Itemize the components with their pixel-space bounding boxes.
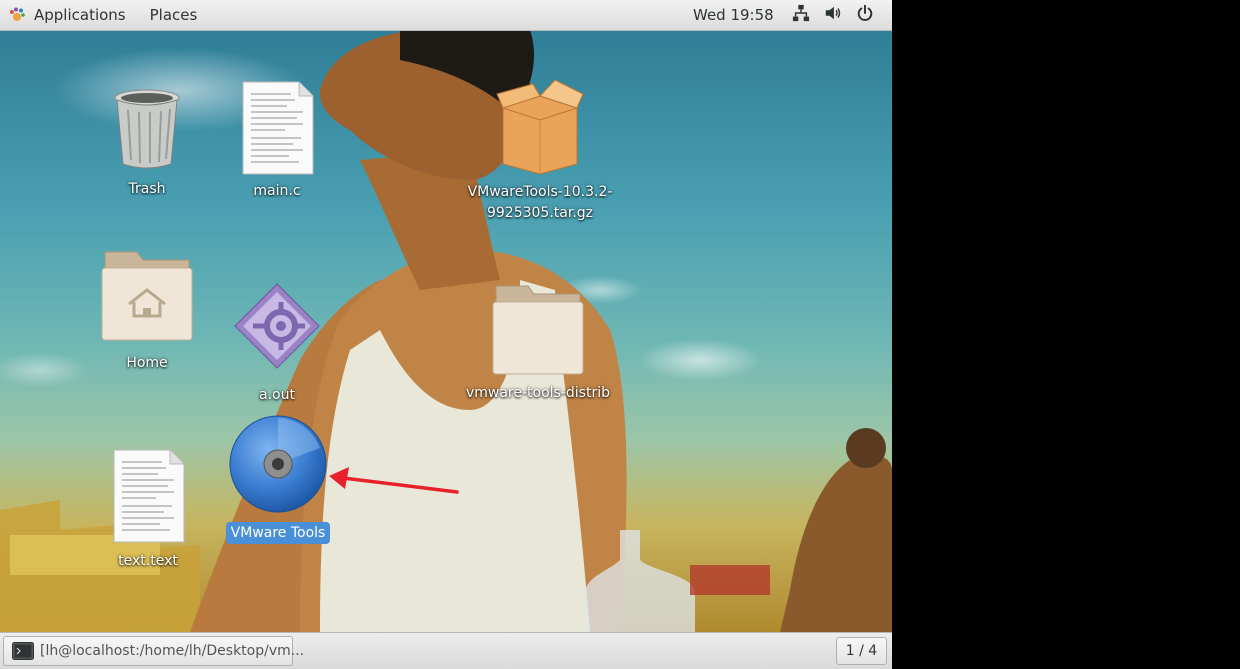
desktop-icon-trash[interactable]: Trash [107, 88, 187, 200]
taskbar-window-terminal[interactable]: [lh@localhost:/home/lh/Desktop/vm... [3, 636, 304, 666]
text-file-icon [108, 448, 188, 548]
annotation-arrow [329, 467, 459, 494]
desktop-icon-label-line: 9925305.tar.gz [486, 205, 594, 221]
workspace-indicator: 1 / 4 [845, 643, 878, 659]
power-icon [856, 4, 874, 26]
clock-label: Wed 19:58 [693, 6, 774, 24]
places-menu[interactable]: Places [138, 0, 210, 30]
clock[interactable]: Wed 19:58 [693, 0, 774, 30]
network-icon [792, 4, 810, 26]
top-panel: Applications Places Wed 19:58 [0, 0, 892, 31]
archive-icon [495, 76, 585, 180]
optical-disc-icon [228, 414, 328, 518]
applications-label: Applications [34, 6, 126, 24]
workspace-switcher[interactable]: 1 / 4 [836, 637, 887, 665]
gnome-foot-icon [8, 6, 26, 24]
bottom-panel: [lh@localhost:/home/lh/Desktop/vm... 1 /… [0, 632, 892, 669]
desktop-icon-label: vmware-tools-distrib [465, 385, 610, 401]
places-label: Places [149, 6, 198, 24]
terminal-icon [12, 642, 34, 660]
desktop-icon-label-line: VMwareTools-10.3.2- [467, 184, 613, 200]
desktop-icon-a-out[interactable]: a.out [232, 282, 322, 406]
desktop-icon-text-text[interactable]: text.text [103, 448, 193, 572]
desktop-icon-label: VMware Tools [225, 522, 331, 544]
desktop-icon-vmware-tools-distrib[interactable]: vmware-tools-distrib [458, 282, 618, 404]
desktop-icon-vmware-tools-disc[interactable]: VMware Tools [222, 414, 334, 544]
folder-icon [490, 282, 586, 380]
system-tray[interactable] [792, 0, 874, 30]
desktop-icon-label: VMwareTools-10.3.2- 9925305.tar.gz [468, 182, 613, 224]
text-file-icon [237, 80, 317, 180]
home-folder-icon [99, 248, 195, 346]
desktop-icon-label: main.c [253, 183, 301, 199]
desktop-icon-label: Trash [128, 181, 166, 197]
executable-icon [233, 282, 321, 374]
desktop-icon-label: Home [126, 355, 168, 371]
taskbar-window-title: [lh@localhost:/home/lh/Desktop/vm... [40, 643, 305, 659]
applications-menu[interactable]: Applications [0, 0, 138, 30]
desktop-icon-label: a.out [259, 387, 295, 403]
desktop-screen: Applications Places Wed 19:58 Trash main… [0, 0, 892, 669]
volume-icon [824, 4, 842, 26]
desktop-icon-home[interactable]: Home [97, 248, 197, 374]
desktop-icon-vmwaretools-archive[interactable]: VMwareTools-10.3.2- 9925305.tar.gz [455, 76, 625, 224]
desktop-icon-label: text.text [118, 553, 178, 569]
trash-icon [112, 88, 182, 174]
desktop-icon-main-c[interactable]: main.c [232, 80, 322, 202]
